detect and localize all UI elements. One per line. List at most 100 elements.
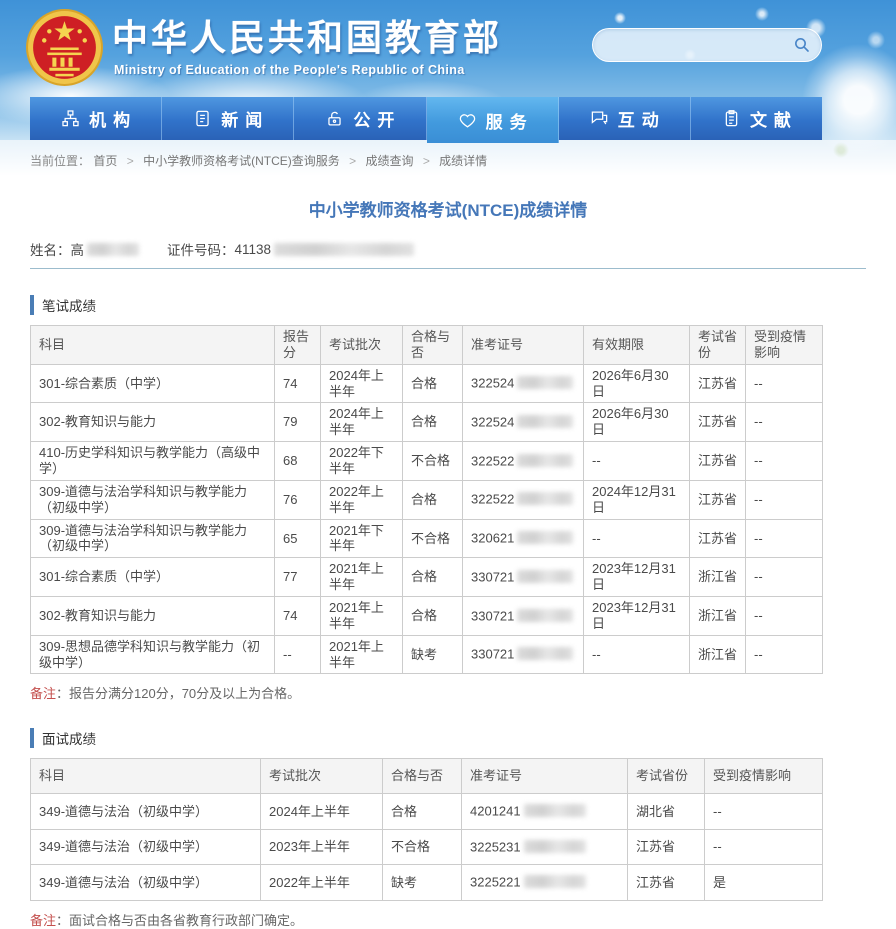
nav-label: 新闻 [221, 106, 269, 131]
site-title: 中华人民共和国教育部 [112, 9, 502, 61]
cell-covid: -- [705, 794, 823, 829]
cell-batch: 2022年下半年 [321, 442, 403, 481]
cell-ticket: 330721 [463, 558, 584, 597]
cell-batch: 2022年上半年 [321, 480, 403, 519]
note-label: 备注 [30, 686, 56, 701]
breadcrumb-item-home[interactable]: 首页 [93, 154, 117, 168]
col-batch: 考试批次 [321, 326, 403, 365]
redacted-ticket [517, 454, 573, 467]
cell-pass: 合格 [403, 364, 463, 403]
table-row: 309-思想品德学科知识与教学能力（初级中学） -- 2021年上半年 缺考 3… [31, 635, 823, 674]
cell-pass: 不合格 [403, 442, 463, 481]
user-info-bar: 姓名：高 证件号码：41138 [30, 239, 866, 269]
redacted-ticket [524, 804, 586, 817]
cell-covid: -- [746, 480, 823, 519]
cell-subject: 301-综合素质（中学） [31, 558, 275, 597]
cell-batch: 2021年上半年 [321, 597, 403, 636]
cell-pass: 不合格 [403, 519, 463, 558]
nav-label: 互动 [618, 106, 666, 131]
cell-covid: -- [746, 635, 823, 674]
col-province: 考试省份 [690, 326, 746, 365]
col-province: 考试省份 [628, 759, 705, 794]
cell-covid: -- [746, 519, 823, 558]
cell-covid: -- [705, 829, 823, 864]
cell-ticket: 322524 [463, 364, 584, 403]
nav-item-news[interactable]: 新闻 [162, 97, 294, 140]
written-note: 备注：报告分满分120分，70分及以上为合格。 [30, 683, 896, 702]
service-heart-icon [458, 111, 477, 130]
nav-label: 文献 [750, 106, 798, 131]
cell-valid: -- [584, 635, 690, 674]
col-batch: 考试批次 [261, 759, 383, 794]
breadcrumb-separator: > [349, 154, 356, 168]
cell-pass: 不合格 [383, 829, 462, 864]
cell-pass: 缺考 [403, 635, 463, 674]
col-valid: 有效期限 [584, 326, 690, 365]
breadcrumb-item-score-query[interactable]: 成绩查询 [365, 154, 413, 168]
search-box [592, 28, 822, 62]
redacted-ticket [524, 875, 586, 888]
cell-batch: 2023年上半年 [261, 829, 383, 864]
cell-pass: 合格 [403, 403, 463, 442]
cell-score: 65 [275, 519, 321, 558]
name-label: 姓名： [30, 239, 71, 259]
cell-ticket: 4201241 [462, 794, 628, 829]
nav-item-services[interactable]: 服务 [427, 97, 559, 143]
table-row: 302-教育知识与能力 79 2024年上半年 合格 322524 2026年6… [31, 403, 823, 442]
cell-valid: 2023年12月31日 [584, 558, 690, 597]
cell-valid: -- [584, 442, 690, 481]
cell-valid: 2024年12月31日 [584, 480, 690, 519]
cell-score: -- [275, 635, 321, 674]
col-subject: 科目 [31, 759, 261, 794]
nav-item-literature[interactable]: 文献 [691, 97, 822, 140]
col-ticket: 准考证号 [462, 759, 628, 794]
id-label: 证件号码： [167, 239, 235, 259]
nav-item-interact[interactable]: 互动 [559, 97, 691, 140]
table-row: 410-历史学科知识与教学能力（高级中学） 68 2022年下半年 不合格 32… [31, 442, 823, 481]
redacted-ticket [524, 840, 586, 853]
nav-label: 机构 [89, 106, 137, 131]
redacted-ticket [517, 531, 573, 544]
breadcrumb-band: 当前位置： 首页 > 中小学教师资格考试(NTCE)查询服务 > 成绩查询 > … [0, 140, 896, 176]
table-row: 301-综合素质（中学） 77 2021年上半年 合格 330721 2023年… [31, 558, 823, 597]
cell-subject: 410-历史学科知识与教学能力（高级中学） [31, 442, 275, 481]
cell-batch: 2021年上半年 [321, 635, 403, 674]
cell-ticket: 330721 [463, 597, 584, 636]
col-pass: 合格与否 [383, 759, 462, 794]
nav-item-orgs[interactable]: 机构 [30, 97, 162, 140]
cell-score: 74 [275, 364, 321, 403]
cell-batch: 2022年上半年 [261, 865, 383, 900]
site-header: 中华人民共和国教育部 Ministry of Education of the … [0, 0, 896, 140]
cell-pass: 合格 [403, 597, 463, 636]
id-value: 41138 [235, 242, 272, 257]
cell-covid: 是 [705, 865, 823, 900]
redacted-ticket [517, 376, 573, 389]
breadcrumb-item-ntce-service[interactable]: 中小学教师资格考试(NTCE)查询服务 [143, 154, 340, 168]
note-label: 备注 [30, 913, 56, 928]
literature-clipboard-icon [722, 109, 741, 128]
search-button[interactable] [793, 36, 821, 54]
cell-covid: -- [746, 597, 823, 636]
cell-province: 江苏省 [628, 865, 705, 900]
nav-item-open[interactable]: 公开 [294, 97, 426, 140]
redacted-id [274, 243, 414, 256]
cell-province: 浙江省 [690, 635, 746, 674]
col-pass: 合格与否 [403, 326, 463, 365]
cell-province: 江苏省 [628, 829, 705, 864]
breadcrumb-separator: > [423, 154, 430, 168]
table-row: 309-道德与法治学科知识与教学能力（初级中学） 65 2021年下半年 不合格… [31, 519, 823, 558]
cell-valid: 2026年6月30日 [584, 364, 690, 403]
cell-subject: 302-教育知识与能力 [31, 597, 275, 636]
interview-section-title: 面试成绩 [30, 728, 896, 748]
cell-province: 浙江省 [690, 558, 746, 597]
breadcrumb-item-score-detail[interactable]: 成绩详情 [439, 154, 487, 168]
search-input[interactable] [593, 38, 793, 53]
cell-score: 79 [275, 403, 321, 442]
col-covid: 受到疫情影响 [705, 759, 823, 794]
cell-ticket: 322524 [463, 403, 584, 442]
redacted-ticket [517, 647, 573, 660]
cell-score: 77 [275, 558, 321, 597]
cell-subject: 349-道德与法治（初级中学） [31, 794, 261, 829]
news-document-icon [193, 109, 212, 128]
main-nav: 机构 新闻 公开 服务 互动 [30, 97, 822, 140]
